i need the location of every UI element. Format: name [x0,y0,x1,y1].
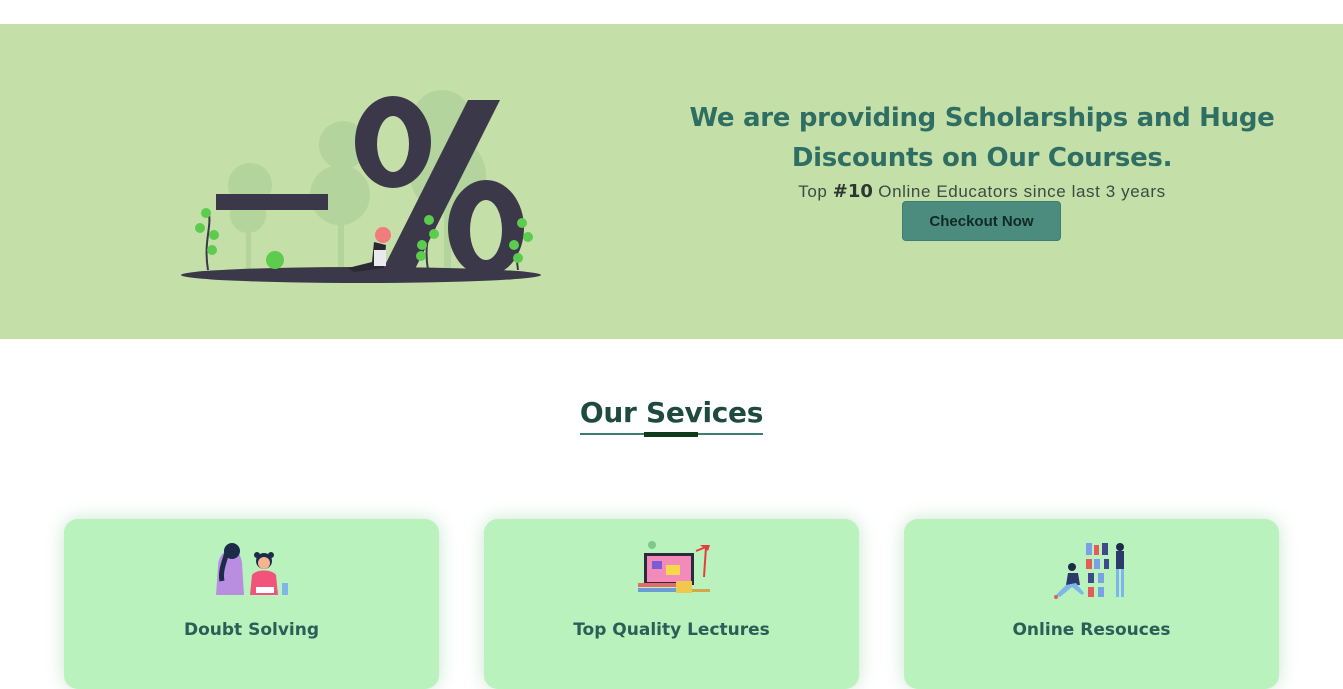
card-title: Top Quality Lectures [573,620,770,640]
title-underline-accent [644,432,699,437]
service-card-doubt-solving[interactable]: Doubt Solving [64,519,439,689]
promo-title: We are providing Scholarships and Huge D… [689,103,1275,173]
services-title-text: Our Sevices [579,396,764,429]
card-title: Online Resouces [1012,620,1171,640]
service-card-resources[interactable]: Online Resouces [904,519,1279,689]
promo-banner: We are providing Scholarships and Huge D… [0,24,1343,339]
doubt-solving-illustration [216,543,288,595]
service-card-lectures[interactable]: Top Quality Lectures [484,519,859,689]
checkout-now-button[interactable]: Checkout Now [902,201,1061,241]
lectures-illustration [638,541,710,593]
promo-subtitle: Top #10 Online Educators since last 3 ye… [680,181,1284,202]
services-header: Our Sevices [0,396,1343,437]
online-resources-illustration [1054,543,1124,599]
subtitle-prefix: Top [798,182,833,201]
card-title: Doubt Solving [183,620,320,640]
discount-percent-illustration [181,90,541,283]
subtitle-suffix: Online Educators since last 3 years [872,182,1166,201]
services-title: Our Sevices [579,396,764,437]
rank-highlight: #10 [832,181,873,202]
promo-text: We are providing Scholarships and Huge D… [680,98,1284,202]
